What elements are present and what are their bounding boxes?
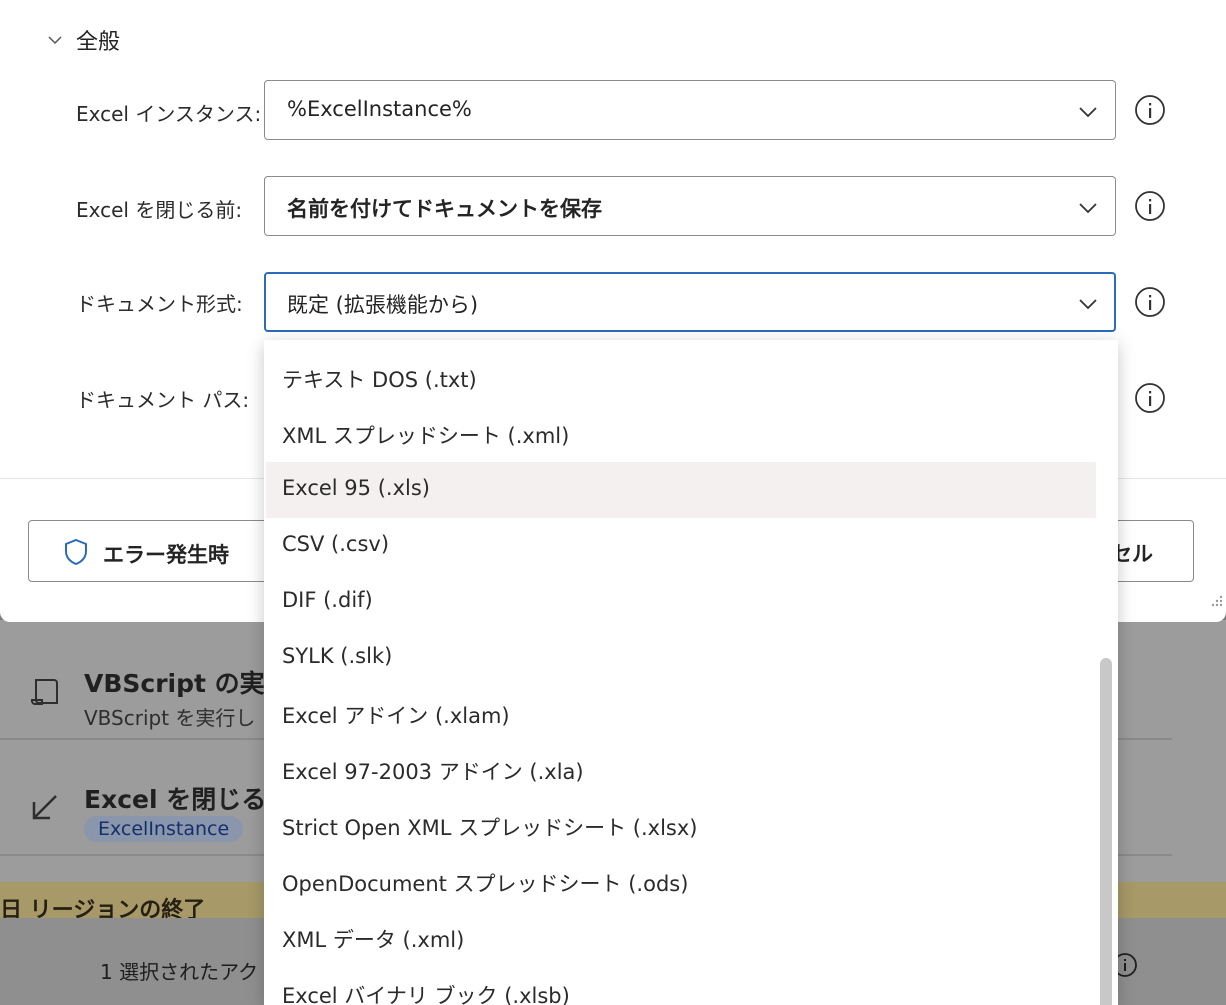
document-format-dropdown[interactable]: テキスト DOS (.txt) XML スプレッドシート (.xml) Exce…: [264, 340, 1118, 1005]
chevron-down-icon: [48, 36, 62, 45]
dropdown-option[interactable]: Excel アドイン (.xlam): [266, 686, 1096, 742]
before-close-select[interactable]: 名前を付けてドキュメントを保存: [264, 176, 1116, 236]
arrow-down-left-icon: [32, 795, 57, 820]
dropdown-option-hovered[interactable]: Excel 95 (.xls): [266, 462, 1096, 518]
dropdown-option[interactable]: DIF (.dif): [266, 574, 1096, 630]
dropdown-option[interactable]: テキスト DOS (.txt): [266, 350, 1096, 406]
excel-instance-label: Excel インスタンス:: [76, 102, 262, 126]
excel-instance-select[interactable]: %ExcelInstance%: [264, 80, 1116, 140]
option-label: Excel アドイン (.xlam): [282, 704, 510, 728]
variable-chip: ExcelInstance: [84, 816, 244, 842]
chevron-down-icon: [1079, 107, 1097, 118]
dropdown-option[interactable]: Strict Open XML スプレッドシート (.xlsx): [266, 798, 1096, 854]
select-value: 既定 (拡張機能から): [287, 293, 479, 317]
status-text: 1 選択されたアク: [100, 960, 259, 984]
option-label: DIF (.dif): [282, 588, 373, 612]
option-label: XML スプレッドシート (.xml): [282, 424, 570, 448]
chevron-down-icon: [1079, 203, 1097, 214]
option-label: OpenDocument スプレッドシート (.ods): [282, 872, 689, 896]
on-error-label: エラー発生時: [103, 543, 229, 567]
option-label: Excel バイナリ ブック (.xlsb): [282, 984, 570, 1005]
action-title: Excel を閉じる: [84, 785, 267, 814]
section-general-toggle[interactable]: 全般: [46, 24, 120, 56]
document-format-label: ドキュメント形式:: [76, 292, 243, 316]
select-value: %ExcelInstance%: [287, 97, 472, 121]
chevron-down-icon: [1079, 299, 1097, 310]
dropdown-option[interactable]: CSV (.csv): [266, 518, 1096, 574]
info-icon[interactable]: [1134, 382, 1166, 414]
dropdown-option[interactable]: SYLK (.slk): [266, 630, 1096, 686]
dropdown-scrollbar-thumb[interactable]: [1100, 658, 1112, 1005]
info-icon[interactable]: [1134, 286, 1166, 318]
dropdown-option[interactable]: OpenDocument スプレッドシート (.ods): [266, 854, 1096, 910]
before-close-label: Excel を閉じる前:: [76, 198, 243, 222]
section-title: 全般: [76, 30, 121, 55]
script-icon: [31, 679, 58, 705]
action-subtitle: VBScript を実行し: [84, 706, 256, 730]
option-label: Excel 97-2003 アドイン (.xla): [282, 760, 584, 784]
action-title: VBScript の実行: [84, 669, 290, 698]
document-format-select[interactable]: 既定 (拡張機能から): [264, 272, 1116, 332]
option-label: テキスト DOS (.txt): [282, 368, 477, 392]
dropdown-option[interactable]: Excel バイナリ ブック (.xlsb): [266, 966, 1096, 1005]
dropdown-option[interactable]: Excel 97-2003 アドイン (.xla): [266, 742, 1096, 798]
info-icon[interactable]: [1134, 190, 1166, 222]
document-path-label: ドキュメント パス:: [76, 388, 250, 412]
select-value: 名前を付けてドキュメントを保存: [287, 197, 602, 221]
option-label: SYLK (.slk): [282, 644, 393, 668]
dropdown-option[interactable]: XML データ (.xml): [266, 910, 1096, 966]
option-label: CSV (.csv): [282, 532, 390, 556]
resize-grip-icon[interactable]: [1208, 594, 1224, 610]
dropdown-option[interactable]: XML スプレッドシート (.xml): [266, 406, 1096, 462]
info-icon[interactable]: [1134, 94, 1166, 126]
option-label: Excel 95 (.xls): [282, 476, 430, 500]
option-label: XML データ (.xml): [282, 928, 465, 952]
option-label: Strict Open XML スプレッドシート (.xlsx): [282, 816, 698, 840]
shield-icon: [65, 538, 87, 566]
